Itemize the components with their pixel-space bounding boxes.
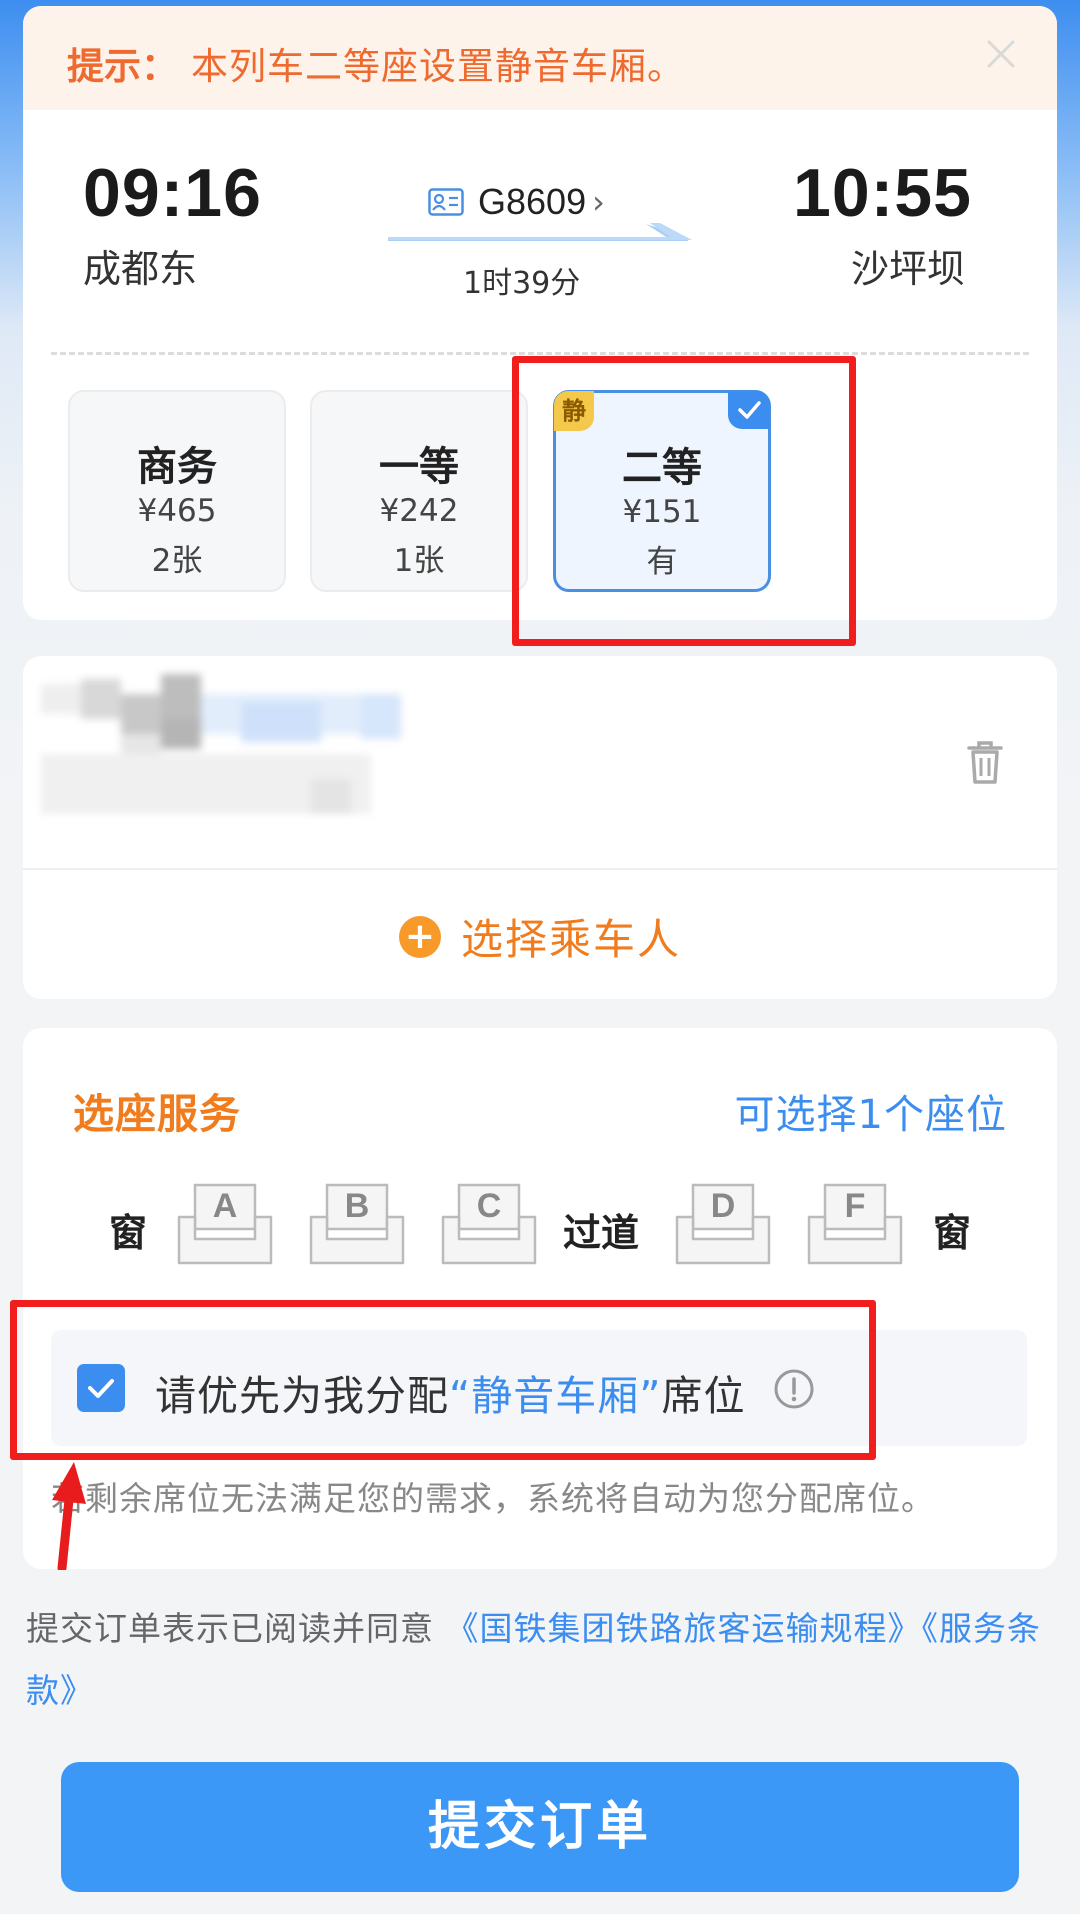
seat-letter: A xyxy=(212,1187,238,1225)
seat-class-price: ¥242 xyxy=(379,493,459,529)
redacted-passenger-info xyxy=(41,674,401,814)
agreement-prefix: 提交订单表示已阅读并同意 xyxy=(26,1609,434,1648)
seat-class-name: 商务 xyxy=(137,444,217,490)
seat-selection-card: 选座服务 可选择1个座位 窗 A B C 过道 D F 窗 请优先为我分配“静音… xyxy=(23,1028,1057,1569)
notice-text: 本列车二等座设置静音车厢。 xyxy=(191,45,685,88)
divider xyxy=(23,868,1057,870)
id-card-icon xyxy=(428,188,464,216)
seat-letter: B xyxy=(344,1187,370,1225)
plus-icon: + xyxy=(398,915,441,958)
add-passenger-button[interactable]: + 选择乘车人 xyxy=(23,906,1057,967)
seat-letter: D xyxy=(710,1187,736,1225)
seat-count-hint: 可选择1个座位 xyxy=(734,1092,1007,1138)
seat-a-button[interactable]: A xyxy=(175,1183,275,1267)
seat-class-price: ¥465 xyxy=(137,493,217,529)
rules-link[interactable]: 《国铁集团铁路旅客运输规程》 xyxy=(446,1609,922,1648)
seat-letter: C xyxy=(476,1187,502,1225)
seat-class-stock: 2张 xyxy=(151,543,203,579)
seat-f-button[interactable]: F xyxy=(805,1183,905,1267)
depart-time: 09:16 xyxy=(83,155,262,231)
train-number: G8609 xyxy=(478,181,587,222)
chevron-right-icon: › xyxy=(592,183,605,221)
arrive-time: 10:55 xyxy=(793,155,972,231)
submit-order-button[interactable]: 提交订单 xyxy=(61,1762,1019,1892)
arrive-station: 沙坪坝 xyxy=(851,247,966,291)
seat-class-business[interactable]: 商务 ¥465 2张 xyxy=(68,390,286,592)
window-label-right: 窗 xyxy=(933,1211,972,1255)
close-icon[interactable] xyxy=(981,34,1021,74)
notice-prefix: 提示： xyxy=(67,45,178,88)
seat-service-title: 选座服务 xyxy=(73,1090,241,1138)
trip-duration: 1时39分 xyxy=(463,266,581,301)
trash-icon[interactable] xyxy=(965,738,1005,786)
seat-class-stock: 1张 xyxy=(393,543,445,579)
notice-banner: 提示： 本列车二等座设置静音车厢。 xyxy=(23,6,1057,110)
annotation-box-quiet-car xyxy=(10,1300,876,1460)
aisle-label: 过道 xyxy=(563,1211,640,1255)
depart-station: 成都东 xyxy=(83,247,198,291)
annotation-arrow-icon xyxy=(52,1462,86,1570)
seat-class-name: 一等 xyxy=(379,444,459,490)
route-arrow-icon xyxy=(388,223,692,241)
divider xyxy=(51,352,1029,355)
window-label-left: 窗 xyxy=(109,1211,148,1255)
quiet-car-note: 若剩余席位无法满足您的需求，系统将自动为您分配席位。 xyxy=(51,1479,935,1518)
seat-letter: F xyxy=(844,1187,866,1225)
passenger-card: + 选择乘车人 xyxy=(23,656,1057,999)
agreement-text: 提交订单表示已阅读并同意 《国铁集团铁路旅客运输规程》《服务条款》 xyxy=(26,1598,1056,1722)
seat-d-button[interactable]: D xyxy=(673,1183,773,1267)
annotation-box-second-class xyxy=(512,356,856,646)
seat-c-button[interactable]: C xyxy=(439,1183,539,1267)
add-passenger-label: 选择乘车人 xyxy=(460,915,681,964)
seat-b-button[interactable]: B xyxy=(307,1183,407,1267)
seat-class-first[interactable]: 一等 ¥242 1张 xyxy=(310,390,528,592)
